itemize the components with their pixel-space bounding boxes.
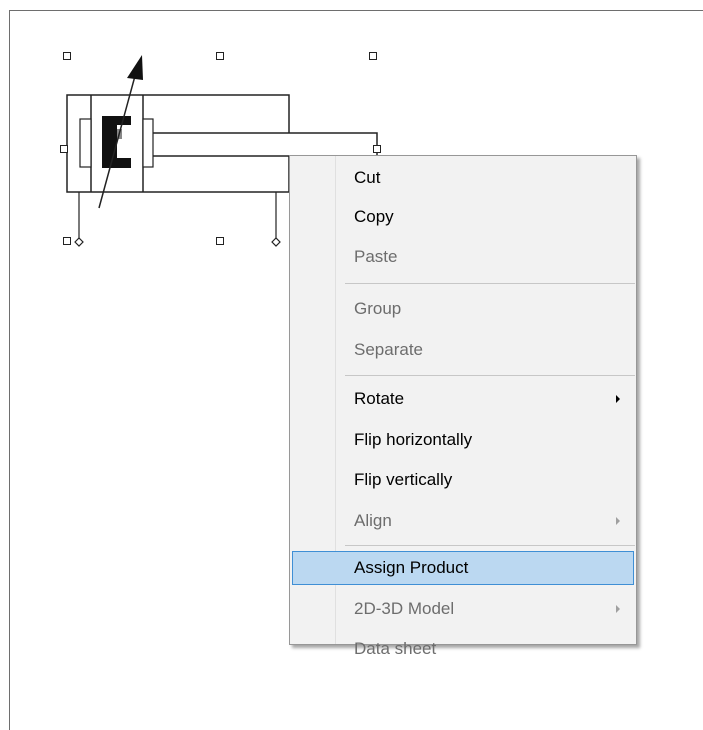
menu-item-flip-horizontally[interactable]: Flip horizontally bbox=[292, 423, 634, 457]
selection-handle[interactable] bbox=[63, 237, 71, 245]
menu-item-data-sheet[interactable]: Data sheet bbox=[292, 632, 634, 658]
submenu-arrow-icon bbox=[616, 395, 620, 403]
menu-item-paste[interactable]: Paste bbox=[292, 240, 634, 274]
menu-separator bbox=[345, 283, 635, 284]
selection-handle[interactable] bbox=[216, 237, 224, 245]
selection-handle[interactable] bbox=[63, 52, 71, 60]
menu-item-label: Flip vertically bbox=[354, 470, 453, 489]
menu-item-rotate[interactable]: Rotate bbox=[292, 382, 634, 416]
menu-item-label: Group bbox=[354, 299, 402, 318]
menu-item-assign-product[interactable]: Assign Product bbox=[292, 551, 634, 585]
menu-item-label: Flip horizontally bbox=[354, 430, 473, 449]
selection-handle[interactable] bbox=[60, 145, 68, 153]
submenu-arrow-icon bbox=[616, 605, 620, 613]
menu-item-label: Align bbox=[354, 511, 392, 530]
submenu-arrow-icon bbox=[616, 517, 620, 525]
menu-item-label: 2D-3D Model bbox=[354, 599, 455, 618]
selection-handle[interactable] bbox=[373, 145, 381, 153]
menu-item-separate[interactable]: Separate bbox=[292, 333, 634, 367]
menu-item-copy[interactable]: Copy bbox=[292, 200, 634, 234]
menu-separator bbox=[345, 375, 635, 376]
menu-separator bbox=[345, 545, 635, 546]
menu-item-2d-3d-model[interactable]: 2D-3D Model bbox=[292, 592, 634, 626]
menu-item-flip-vertically[interactable]: Flip vertically bbox=[292, 463, 634, 497]
menu-item-label: Rotate bbox=[354, 389, 405, 408]
menu-item-label: Data sheet bbox=[354, 639, 437, 658]
menu-item-label: Cut bbox=[354, 168, 381, 187]
context-menu: Cut Copy Paste Group Separate Rotate Fli… bbox=[289, 155, 637, 658]
menu-item-cut[interactable]: Cut bbox=[292, 161, 634, 195]
menu-item-group[interactable]: Group bbox=[292, 292, 634, 326]
menu-item-align[interactable]: Align bbox=[292, 504, 634, 538]
selection-handle[interactable] bbox=[369, 52, 377, 60]
selection-handle[interactable] bbox=[216, 52, 224, 60]
menu-item-label: Paste bbox=[354, 247, 398, 266]
menu-item-label: Copy bbox=[354, 207, 394, 226]
menu-item-label: Separate bbox=[354, 340, 423, 359]
menu-item-label: Assign Product bbox=[354, 558, 469, 577]
